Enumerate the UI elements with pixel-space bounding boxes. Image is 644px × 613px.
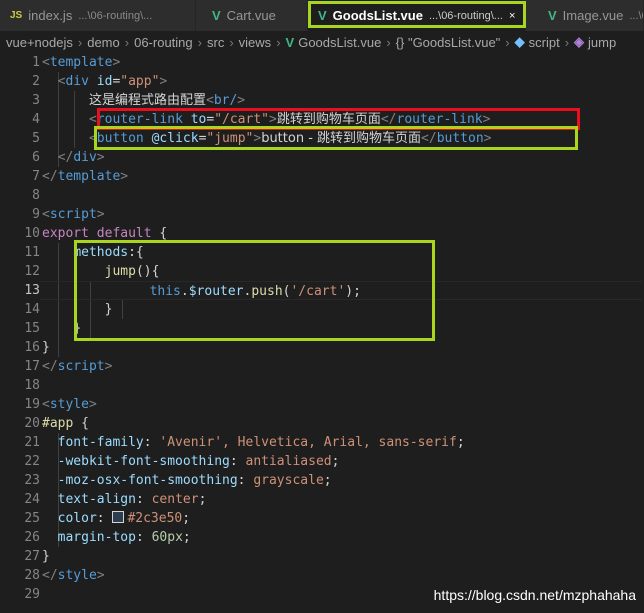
breadcrumb-item[interactable]: demo (87, 35, 120, 50)
module-icon: ◆ (514, 34, 525, 49)
line-number: 13 (24, 283, 40, 298)
indent-guide (122, 300, 123, 319)
code-line: font-family: 'Avenir', Helvetica, Arial,… (57, 435, 465, 450)
chevron-right-icon: › (276, 34, 281, 50)
tab-path: ...\06-routing\... (78, 9, 153, 22)
line-number: 6 (32, 150, 40, 165)
vue-file-icon: V (318, 8, 327, 23)
code-line: <script> (42, 207, 105, 222)
line-number: 19 (24, 397, 40, 412)
tab-label: Cart.vue (226, 8, 276, 23)
code-line: methods:{ (73, 245, 144, 260)
vue-file-icon: V (548, 8, 557, 23)
chevron-right-icon: › (564, 34, 570, 50)
line-number: 9 (32, 207, 40, 222)
code-editor[interactable]: 1 2 3 4 5 6 7 8 9 10 11 12 13 14 15 16 17 18 19 20 21 22 23 24 2… (0, 53, 644, 613)
code-line: } (104, 302, 113, 317)
line-number: 21 (24, 435, 40, 450)
line-number: 10 (24, 226, 40, 241)
tab-bar: JS index.js ...\06-routing\... V Cart.vu… (0, 0, 644, 31)
tab-goodslist-vue[interactable]: V GoodsList.vue ...\06-routing\... × (308, 0, 526, 31)
code-line: 这是编程式路由配置<br/> (88, 93, 246, 108)
code-line: color: #2c3e50; (57, 511, 191, 526)
code-line-current: this.$router.push('/cart'); (40, 281, 642, 300)
code-line: </style> (42, 568, 105, 583)
watermark: https://blog.csdn.net/mzphahaha (433, 587, 636, 603)
code-line: -webkit-font-smoothing: antialiased; (57, 454, 340, 469)
breadcrumb-item[interactable]: vue+nodejs (6, 35, 73, 50)
line-number: 20 (24, 416, 40, 431)
breadcrumb-item[interactable]: views (239, 35, 272, 50)
line-number: 28 (24, 568, 40, 583)
color-swatch[interactable] (112, 511, 125, 523)
chevron-right-icon: › (229, 34, 234, 50)
chevron-right-icon: › (505, 34, 510, 50)
line-number: 17 (24, 359, 40, 374)
code-line: } (73, 321, 82, 336)
tab-label: index.js (28, 8, 73, 23)
vue-file-icon: V (212, 8, 221, 23)
code-line: #app { (42, 416, 89, 431)
tab-image-vue[interactable]: V Image.vue ...\06-routing\... (526, 0, 644, 31)
breadcrumb-item[interactable]: 06-routing (134, 35, 193, 50)
line-number: 23 (24, 473, 40, 488)
line-number: 2 (32, 74, 40, 89)
code-line: </template> (42, 169, 129, 184)
code-line: <button @click="jump">button - 跳转到购物车页面<… (88, 131, 492, 146)
code-line: jump(){ (104, 264, 160, 279)
breadcrumb-item[interactable]: {} "GoodsList.vue" (396, 35, 501, 50)
code-line: } (42, 340, 50, 355)
line-number: 16 (24, 340, 40, 355)
chevron-right-icon: › (124, 34, 130, 50)
line-number: 15 (24, 321, 40, 336)
code-line: -moz-osx-font-smoothing: grayscale; (57, 473, 332, 488)
close-icon[interactable]: × (509, 10, 515, 22)
breadcrumb-item[interactable]: jump (588, 35, 616, 50)
tab-label: Image.vue (562, 8, 624, 23)
line-number: 25 (24, 511, 40, 526)
chevron-right-icon: › (386, 34, 391, 50)
line-number: 12 (24, 264, 40, 279)
line-number: 1 (32, 55, 40, 70)
code-line: <div id="app"> (57, 74, 168, 89)
breadcrumb-item[interactable]: script (529, 35, 560, 50)
line-number: 14 (24, 302, 40, 317)
js-file-icon: JS (10, 10, 23, 21)
line-number: 18 (24, 378, 40, 393)
code-line: export default { (42, 226, 168, 241)
code-line: } (42, 549, 50, 564)
line-number: 7 (32, 169, 40, 184)
line-number: 26 (24, 530, 40, 545)
tab-index-js[interactable]: JS index.js ...\06-routing\... (0, 0, 196, 31)
breadcrumb-item[interactable]: src (207, 35, 224, 50)
line-number: 11 (24, 245, 40, 260)
tab-path: ...\06-routing\... (629, 9, 643, 22)
code-line: </div> (57, 150, 105, 165)
breadcrumb: vue+nodejs › demo › 06-routing › src › views… (0, 31, 644, 53)
code-line: margin-top: 60px; (57, 530, 191, 545)
line-number: 3 (32, 93, 40, 108)
line-number: 29 (24, 587, 40, 602)
chevron-right-icon: › (197, 34, 202, 50)
line-number: 27 (24, 549, 40, 564)
line-number: 5 (32, 131, 40, 146)
line-number: 22 (24, 454, 40, 469)
code-line: </script> (42, 359, 113, 374)
code-line: <router-link to="/cart">跳转到购物车页面</router… (88, 112, 491, 127)
line-number: 8 (32, 188, 40, 203)
line-number: 4 (32, 112, 40, 127)
tab-cart-vue[interactable]: V Cart.vue (196, 0, 308, 31)
tab-label: GoodsList.vue (332, 8, 423, 23)
vue-file-icon: V (285, 34, 295, 50)
chevron-right-icon: › (77, 34, 83, 50)
tab-path: ...\06-routing\... (428, 9, 503, 22)
breadcrumb-item[interactable]: GoodsList.vue (298, 35, 381, 50)
method-icon: ◈ (574, 34, 585, 49)
code-line: <style> (42, 397, 97, 412)
code-line: text-align: center; (57, 492, 207, 507)
code-line: <template> (42, 55, 121, 70)
line-number: 24 (24, 492, 40, 507)
